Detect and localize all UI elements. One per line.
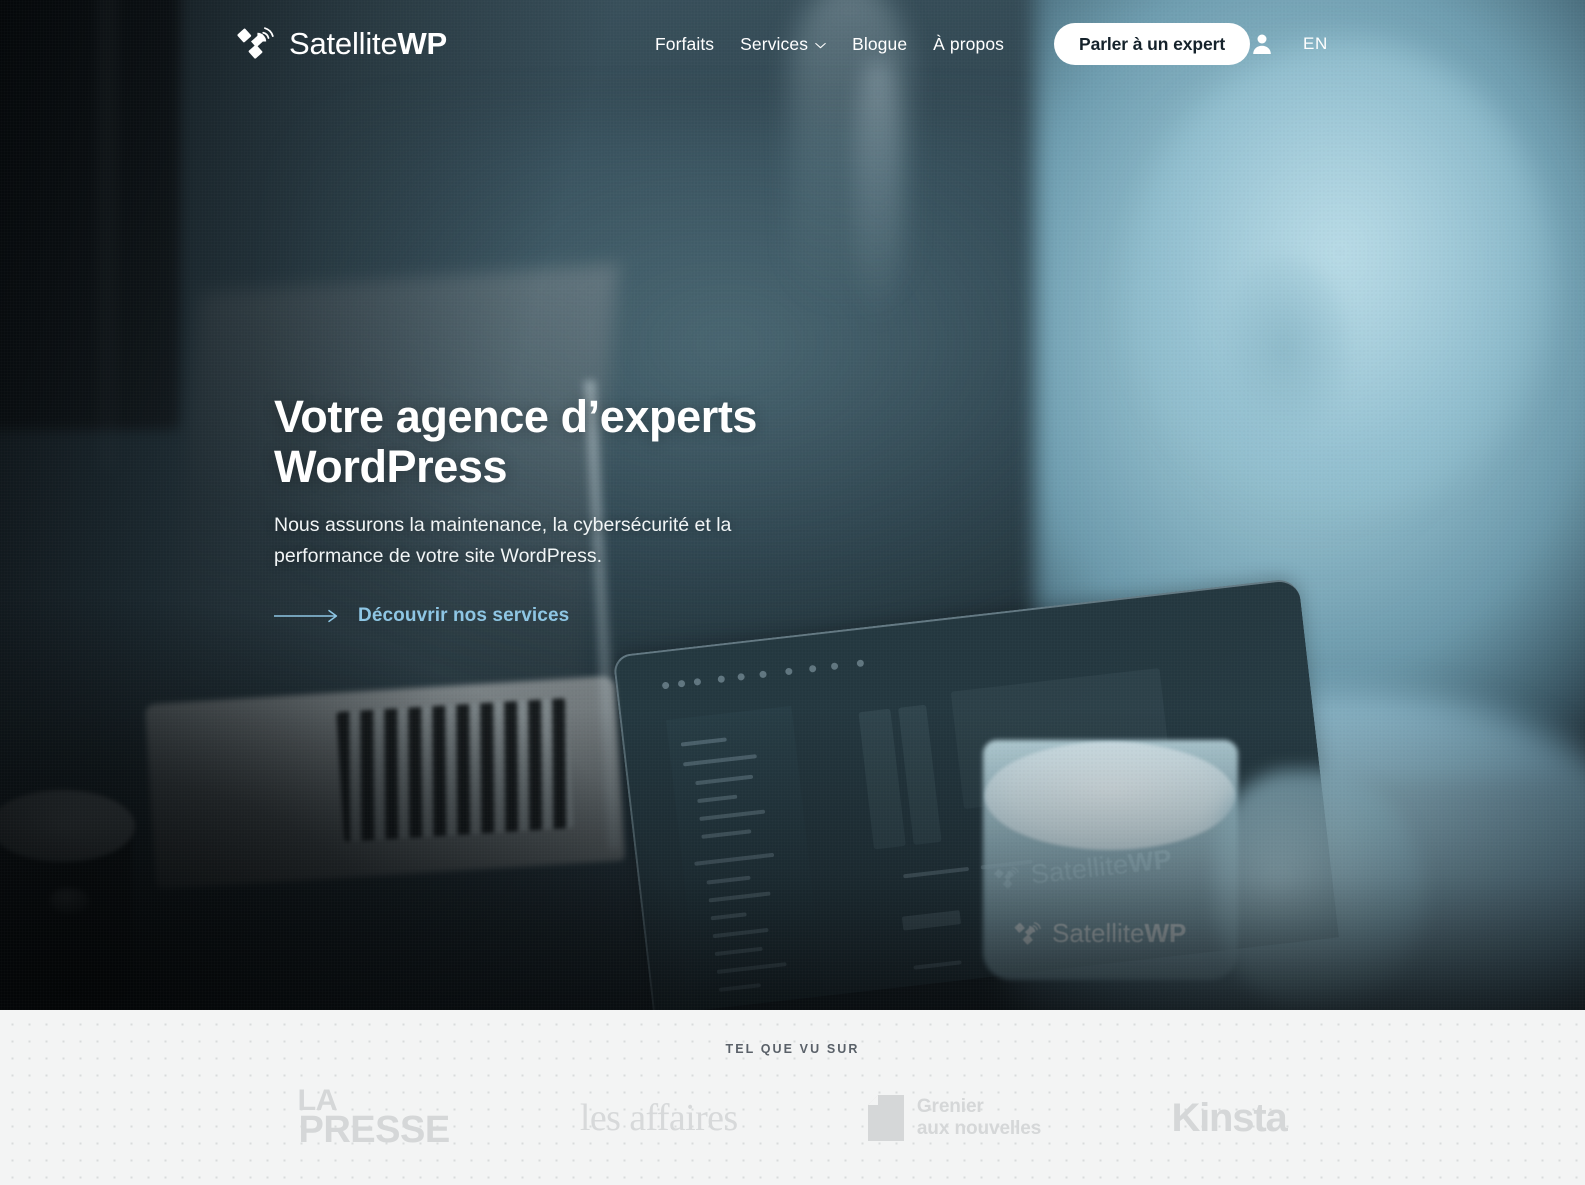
- satellite-icon: [237, 27, 274, 59]
- as-seen-on-section: TEL QUE VU SUR LA PRESSE les affaires Gr…: [0, 1010, 1585, 1185]
- nav-item-blogue[interactable]: Blogue: [839, 24, 920, 65]
- nav-item-forfaits[interactable]: Forfaits: [642, 24, 727, 65]
- grenier-line-2: aux nouvelles: [916, 1118, 1042, 1139]
- press-logo-kinsta[interactable]: Kinsta: [1171, 1082, 1287, 1154]
- hero-subtitle: Nous assurons la maintenance, la cybersé…: [274, 513, 732, 568]
- press-logo-grenier-aux-nouvelles[interactable]: Grenier aux nouvelles: [867, 1082, 1042, 1154]
- la-presse-line-2: PRESSE: [298, 1109, 451, 1152]
- nav-label-a-propos: À propos: [933, 33, 1004, 54]
- grenier-line-1: Grenier: [916, 1095, 984, 1117]
- discover-services-link[interactable]: Découvrir nos services: [274, 605, 569, 627]
- nav-label-services: Services: [740, 33, 809, 54]
- photo-background-bottle-highlight: [855, 60, 901, 330]
- primary-navigation: Forfaits Services Blogue À propos: [642, 24, 1017, 65]
- talk-to-expert-button[interactable]: Parler à un expert: [1054, 23, 1251, 65]
- les-affaires-text: les affaires: [579, 1097, 738, 1139]
- photo-person-ear: [1220, 255, 1350, 440]
- brand-name-bold: WP: [397, 26, 448, 61]
- discover-services-label: Découvrir nos services: [358, 605, 570, 627]
- nav-label-blogue: Blogue: [852, 33, 908, 54]
- chevron-down-icon: [815, 42, 826, 48]
- landing-page: SatelliteWP Sa: [0, 0, 1585, 1185]
- nav-item-a-propos[interactable]: À propos: [920, 24, 1017, 65]
- press-logo-la-presse[interactable]: LA PRESSE: [297, 1082, 451, 1154]
- site-header: SatelliteWP Forfaits Services Blogue À p…: [0, 0, 1585, 88]
- hero-title-line-2: WordPress: [274, 440, 508, 492]
- document-icon: [867, 1095, 904, 1141]
- nav-item-services[interactable]: Services: [727, 24, 839, 65]
- hero-title: Votre agence d’experts WordPress: [274, 392, 994, 492]
- brand-name-light: Satellite: [289, 26, 398, 61]
- kinsta-text: Kinsta: [1171, 1095, 1287, 1140]
- hero-section: SatelliteWP Sa: [0, 0, 1585, 1010]
- as-seen-on-eyebrow: TEL QUE VU SUR: [725, 1042, 860, 1056]
- long-arrow-right-icon: [274, 609, 338, 623]
- photo-bottom-left-vignette: [0, 590, 700, 1010]
- hero-title-line-1: Votre agence d’experts: [274, 391, 758, 442]
- brand-logo-link[interactable]: SatelliteWP: [236, 24, 447, 64]
- language-switcher-en[interactable]: EN: [1303, 34, 1328, 54]
- press-logo-les-affaires[interactable]: les affaires: [580, 1082, 738, 1154]
- press-logo-row: LA PRESSE les affaires Grenier aux nouve…: [293, 1082, 1293, 1154]
- hero-copy: Votre agence d’experts WordPress Nous as…: [274, 392, 994, 628]
- user-icon[interactable]: [1249, 31, 1275, 57]
- nav-label-forfaits: Forfaits: [655, 33, 715, 54]
